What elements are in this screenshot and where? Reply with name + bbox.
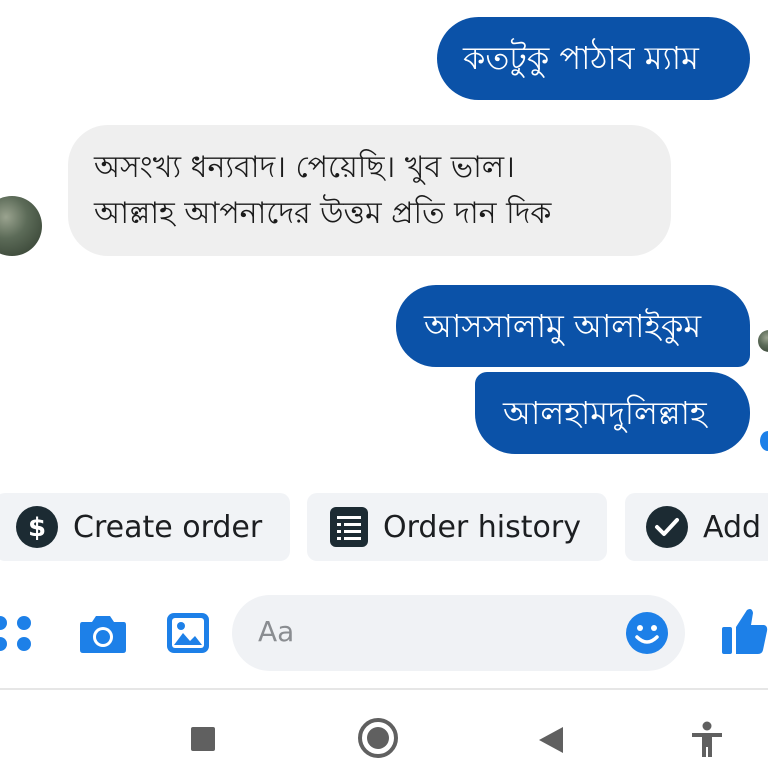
create-order-chip[interactable]: $ Create order bbox=[0, 493, 290, 561]
message-text: কতটুকু পাঠাব ম্যাম bbox=[463, 39, 699, 77]
delivered-status-icon bbox=[760, 431, 768, 451]
svg-text:$: $ bbox=[28, 513, 46, 543]
add-chip[interactable]: Add bbox=[625, 493, 768, 561]
incoming-message-bubble[interactable]: অসংখ্য ধন্যবাদ। পেয়েছি। খুব ভাল। আল্লাহ… bbox=[68, 125, 671, 256]
message-text: আলহামদুলিল্লাহ bbox=[503, 394, 707, 432]
outgoing-message-bubble[interactable]: আলহামদুলিল্লাহ bbox=[475, 372, 750, 454]
apps-grid-icon[interactable] bbox=[0, 613, 38, 653]
back-triangle-icon[interactable] bbox=[537, 725, 565, 755]
divider bbox=[0, 688, 768, 690]
accessibility-icon[interactable] bbox=[690, 721, 724, 759]
emoji-icon[interactable] bbox=[624, 610, 670, 656]
home-circle-icon[interactable] bbox=[357, 717, 399, 759]
outgoing-message-bubble[interactable]: আসসালামু আলাইকুম bbox=[396, 285, 750, 367]
seen-avatar bbox=[758, 330, 768, 352]
check-circle-icon bbox=[646, 506, 688, 548]
message-text: আসসালামু আলাইকুম bbox=[424, 307, 702, 345]
message-input[interactable]: Aa bbox=[232, 595, 685, 671]
order-history-chip[interactable]: Order history bbox=[307, 493, 607, 561]
message-text-line: আল্লাহ আপনাদের উত্তম প্রতি দান দিক bbox=[94, 196, 552, 231]
input-placeholder: Aa bbox=[258, 615, 295, 648]
recents-square-icon[interactable] bbox=[190, 726, 216, 752]
message-text-line: অসংখ্য ধন্যবাদ। পেয়েছি। খুব ভাল। bbox=[94, 150, 515, 185]
camera-icon[interactable] bbox=[78, 612, 128, 654]
outgoing-message-bubble[interactable]: কতটুকু পাঠাব ম্যাম bbox=[437, 17, 750, 100]
chip-label: Add bbox=[703, 509, 762, 545]
thumbs-up-icon[interactable] bbox=[722, 607, 768, 655]
sender-avatar[interactable] bbox=[0, 196, 42, 256]
dollar-circle-icon: $ bbox=[16, 506, 58, 548]
chip-label: Order history bbox=[383, 509, 581, 545]
chip-label: Create order bbox=[73, 509, 263, 545]
document-list-icon bbox=[330, 507, 368, 547]
gallery-icon[interactable] bbox=[165, 611, 211, 655]
